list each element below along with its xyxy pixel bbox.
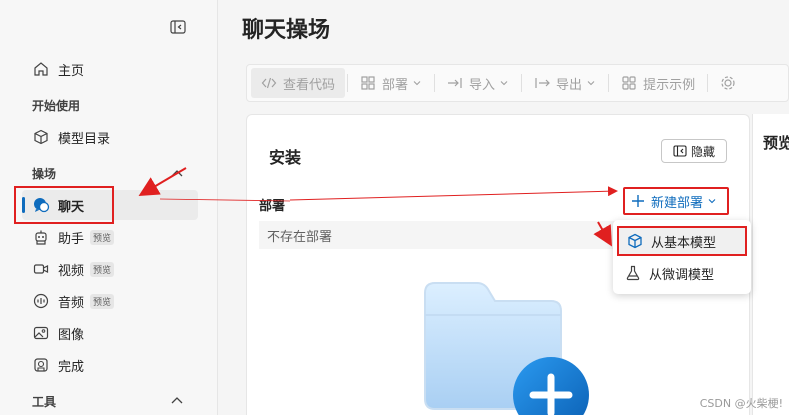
button-label: 导入 (469, 77, 496, 93)
preview-panel: 预览 (752, 114, 789, 415)
sidebar-item-label: 主页 (58, 63, 85, 79)
sidebar-item-label: 助手 (58, 231, 85, 247)
cube-icon (628, 233, 642, 249)
chevron-down-icon (413, 81, 421, 86)
section-tools: 工具 (32, 395, 57, 409)
plus-icon (632, 195, 644, 207)
preview-title: 预览 (763, 134, 789, 152)
collapse-sidebar-icon[interactable] (168, 18, 188, 36)
page-title: 聊天操场 (242, 18, 331, 43)
completion-icon (32, 356, 50, 374)
button-label: 导出 (556, 77, 583, 93)
menu-item-label: 从基本模型 (651, 235, 717, 251)
code-icon (261, 77, 277, 89)
sidebar-item-assistant[interactable]: 助手 预览 (22, 222, 198, 252)
chevron-up-icon[interactable] (170, 168, 184, 178)
new-deployment-button[interactable]: 新建部署 (623, 187, 729, 215)
new-deployment-menu: 从基本模型 从微调模型 (613, 220, 751, 294)
button-label: 新建部署 (651, 195, 704, 211)
cube-icon (32, 128, 50, 146)
sidebar-item-home[interactable]: 主页 (22, 54, 198, 84)
toolbar-divider (608, 74, 610, 92)
preview-badge: 预览 (90, 229, 115, 245)
audio-icon (32, 292, 50, 310)
annotation-box-chat (14, 186, 114, 224)
button-label: 查看代码 (283, 77, 336, 93)
sidebar-item-image[interactable]: 图像 (22, 318, 198, 348)
video-icon (32, 260, 50, 278)
panel-collapse-icon (673, 145, 687, 157)
chevron-up-icon[interactable] (170, 395, 184, 405)
watermark: CSDN @火柴梗! (699, 397, 783, 410)
menu-item-from-base-model[interactable]: 从基本模型 (617, 226, 747, 256)
export-button[interactable]: 导出 (524, 68, 606, 98)
sidebar-item-label: 模型目录 (58, 131, 111, 147)
toolbar-divider (434, 74, 436, 92)
sidebar-item-label: 视频 (58, 263, 85, 279)
home-icon (32, 60, 50, 78)
image-icon (32, 324, 50, 342)
chevron-down-icon (500, 81, 508, 86)
import-icon (448, 78, 462, 88)
sidebar-item-model-catalog[interactable]: 模型目录 (22, 122, 198, 152)
sidebar-item-label: 图像 (58, 327, 85, 343)
section-get-started: 开始使用 (32, 99, 81, 113)
preview-badge: 预览 (90, 261, 115, 277)
chevron-down-icon (708, 199, 716, 204)
deployment-label: 部署 (259, 199, 286, 214)
chevron-down-icon (587, 81, 595, 86)
preview-badge: 预览 (90, 293, 115, 309)
toolbar-divider (347, 74, 349, 92)
sidebar-item-completion[interactable]: 完成 (22, 350, 198, 380)
sidebar-item-label: 完成 (58, 359, 85, 375)
more-tools-button[interactable] (710, 68, 752, 98)
export-icon (535, 78, 550, 88)
grid-icon (622, 76, 636, 90)
toolbar-divider (521, 74, 523, 92)
sidebar-item-video[interactable]: 视频 预览 (22, 254, 198, 284)
empty-folder-illustration (424, 282, 589, 415)
menu-item-label: 从微调模型 (649, 267, 715, 283)
button-label: 部署 (382, 77, 409, 93)
sidebar-item-label: 音频 (58, 295, 85, 311)
flask-icon (626, 265, 640, 281)
section-playground: 操场 (32, 167, 57, 181)
toolbar-divider (707, 74, 709, 92)
deploy-icon (361, 76, 375, 90)
deploy-button[interactable]: 部署 (350, 68, 432, 98)
bot-icon (32, 228, 50, 246)
hide-button[interactable]: 隐藏 (661, 139, 727, 163)
toolbar: 查看代码 部署 导入 导出 提示示例 (246, 64, 789, 102)
button-label: 隐藏 (690, 144, 715, 159)
button-label: 提示示例 (643, 77, 696, 93)
setup-title: 安装 (269, 148, 302, 167)
prompt-samples-button[interactable]: 提示示例 (611, 68, 705, 98)
view-code-button[interactable]: 查看代码 (251, 68, 346, 98)
settings-icon (721, 76, 735, 90)
menu-item-from-finetuned-model[interactable]: 从微调模型 (617, 258, 747, 288)
empty-deployments-row: 不存在部署 (259, 221, 619, 249)
import-button[interactable]: 导入 (437, 68, 519, 98)
sidebar-item-audio[interactable]: 音频 预览 (22, 286, 198, 316)
